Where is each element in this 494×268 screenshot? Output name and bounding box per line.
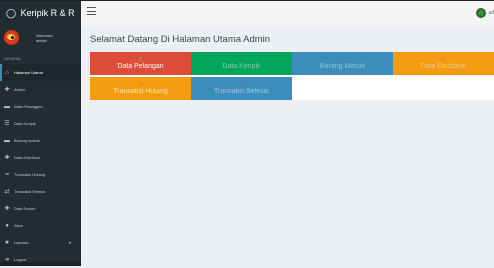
sidebar-item-transaksi-selesai[interactable]: ⇄ Transaksi Selesai <box>0 183 81 200</box>
main-content: Selamat Datang Di Halaman Utama Admin ◌ … <box>81 26 494 266</box>
sidebar-item-label: Admin <box>14 87 26 92</box>
avatar <box>4 30 19 45</box>
user-panel: Welcome, admin <box>0 26 81 50</box>
sidebar-item-data-retum[interactable]: ✚ Data Retum <box>0 200 81 217</box>
sidebar-item-label: Akun <box>14 223 24 228</box>
sidebar-item-akun[interactable]: ● Akun <box>0 217 81 234</box>
menu-toggle-icon[interactable] <box>87 7 96 16</box>
app-logo[interactable]: ◯ Keripik R & R <box>0 1 81 26</box>
tile-icon: ◌ <box>138 81 143 88</box>
sidebar-item-transaksi-hutang[interactable]: ━ Transaksi Hutang <box>0 166 81 183</box>
minus-icon: ━ <box>5 172 9 178</box>
top-bar: ◯ Keripik R & R ad <box>0 0 494 26</box>
tile-data-distribusi[interactable]: ◌ Data Distribusi <box>393 52 494 75</box>
tile-transaksi-selesai[interactable]: ◌ Transaksi Selesai <box>191 77 292 100</box>
sidebar-item-data-pelanggan[interactable]: ▬ Data Pelanggan <box>0 98 81 115</box>
sidebar-item-label: Laporan <box>14 240 29 245</box>
navbar: ad <box>81 1 494 26</box>
sidebar-item-data-distribusi[interactable]: ✚ Data Distribusi <box>0 149 81 166</box>
user-menu[interactable]: ad <box>476 6 494 20</box>
user-icon: ● <box>5 222 9 229</box>
star-icon: ★ <box>4 240 10 246</box>
sidebar-item-halaman-utama[interactable]: ⌂ Halaman Utama <box>0 64 81 81</box>
sidebar-item-label: Data Keripik <box>14 121 36 126</box>
sidebar-item-data-keripik[interactable]: ☰ Data Keripik <box>0 115 81 132</box>
tile-label: Data Keripik <box>222 63 261 70</box>
sidebar-item-laporan[interactable]: ★ Laporan ▾ <box>0 234 81 251</box>
tile-label: Barang Masuk <box>319 63 366 70</box>
sidebar-footer <box>0 262 81 266</box>
sidebar-item-label: Transaksi Selesai <box>14 189 46 194</box>
sidebar-item-admin[interactable]: ✚ Admin <box>0 81 81 98</box>
tile-icon: ◌ <box>239 56 244 63</box>
tile-data-keripik[interactable]: ◌ Data Keripik <box>191 52 292 75</box>
tile-barang-masuk[interactable]: ◌ Barang Masuk <box>292 52 393 75</box>
tile-icon: ◌ <box>340 56 345 63</box>
plus-icon: ✚ <box>4 206 10 212</box>
tile-icon: ◌ <box>441 56 446 63</box>
list-icon: ☰ <box>4 121 10 127</box>
plus-icon: ✚ <box>4 87 10 93</box>
sidebar-menu: ⌂ Halaman Utama ✚ Admin ▬ Data Pelanggan… <box>0 64 81 268</box>
logo-icon: ◯ <box>6 8 17 18</box>
sidebar-item-barang-masuk[interactable]: ▬ Barang masuk <box>0 132 81 149</box>
sidebar-item-label: Data Pelanggan <box>14 104 43 109</box>
sidebar-item-label: Data Retum <box>14 206 36 211</box>
tile-label: Data Pelangan <box>117 63 164 70</box>
home-icon: ⌂ <box>5 69 9 76</box>
tile-icon: ◌ <box>138 56 143 63</box>
tile-data-pelangan[interactable]: ◌ Data Pelangan <box>90 52 191 75</box>
sidebar: Welcome, admin GENERAL ⌂ Halaman Utama ✚… <box>0 26 81 266</box>
user-mini-name: ad <box>488 10 494 16</box>
app-title: Keripik R & R <box>20 8 75 18</box>
exchange-icon: ⇄ <box>4 189 10 195</box>
sidebar-section-header: GENERAL <box>4 57 22 61</box>
cart-icon: ▬ <box>4 137 10 144</box>
tile-label: Transaksi Hutang <box>113 88 168 95</box>
user-avatar-icon <box>476 8 487 18</box>
tile-icon: ◌ <box>239 81 244 88</box>
sidebar-item-label: Halaman Utama <box>14 70 43 75</box>
user-name: admin <box>36 38 47 43</box>
plus-icon: ✚ <box>4 155 10 161</box>
sidebar-item-label: Data Distribusi <box>14 155 41 160</box>
sidebar-item-label: Barang masuk <box>14 138 40 143</box>
dashboard-tiles: ◌ Data Pelangan ◌ Data Keripik ◌ Barang … <box>90 52 494 100</box>
cart-icon: ▬ <box>4 103 10 110</box>
page-title: Selamat Datang Di Halaman Utama Admin <box>90 34 271 45</box>
tile-label: Transaksi Selesai <box>214 88 269 95</box>
tile-transaksi-hutang[interactable]: ◌ Transaksi Hutang <box>90 77 191 100</box>
chevron-down-icon: ▾ <box>68 240 71 245</box>
tile-label: Data Distribusi <box>420 63 467 70</box>
sidebar-item-label: Transaksi Hutang <box>14 172 46 177</box>
